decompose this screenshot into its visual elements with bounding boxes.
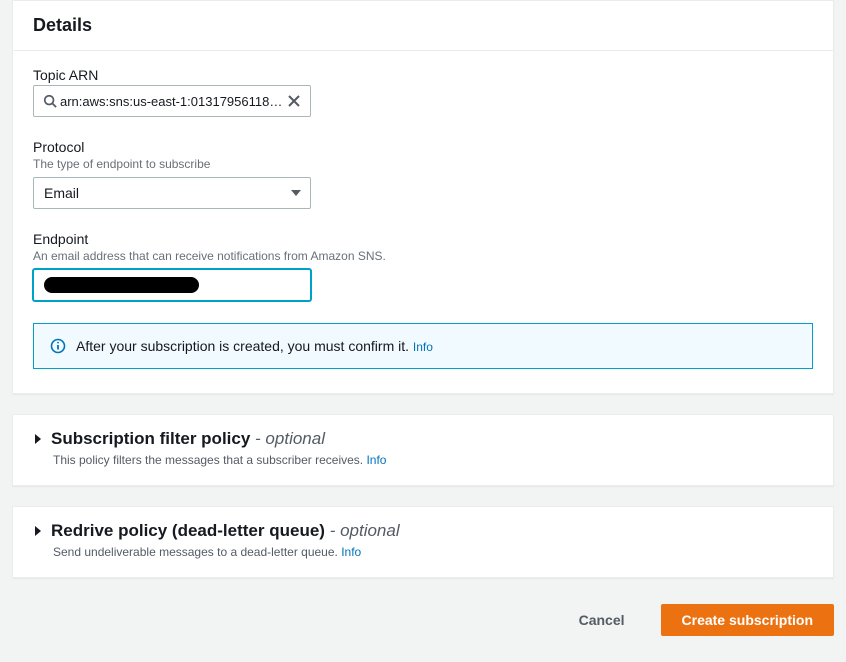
- details-panel: Details Topic ARN: [12, 0, 834, 394]
- filter-policy-toggle[interactable]: Subscription filter policy - optional: [33, 429, 813, 449]
- details-body: Topic ARN Protocol: [13, 51, 833, 393]
- protocol-select-wrap[interactable]: Email: [33, 177, 311, 209]
- info-box-link[interactable]: Info: [413, 340, 433, 354]
- chevron-right-icon: [33, 526, 43, 536]
- redrive-policy-optional: - optional: [330, 521, 400, 540]
- redrive-policy-info-link[interactable]: Info: [341, 545, 361, 559]
- filter-policy-panel: Subscription filter policy - optional Th…: [12, 414, 834, 486]
- protocol-field: Protocol The type of endpoint to subscri…: [33, 139, 813, 209]
- redrive-policy-panel: Redrive policy (dead-letter queue) - opt…: [12, 506, 834, 578]
- redrive-policy-desc: Send undeliverable messages to a dead-le…: [53, 545, 338, 559]
- endpoint-field: Endpoint An email address that can recei…: [33, 231, 813, 301]
- topic-arn-field: Topic ARN: [33, 67, 813, 117]
- protocol-label: Protocol: [33, 139, 813, 155]
- topic-arn-input[interactable]: [60, 94, 284, 109]
- filter-policy-desc: This policy filters the messages that a …: [53, 453, 363, 467]
- endpoint-input-wrap[interactable]: [33, 269, 311, 301]
- endpoint-redacted-value: [44, 277, 199, 293]
- info-box-text: After your subscription is created, you …: [76, 338, 409, 354]
- filter-policy-optional: - optional: [255, 429, 325, 448]
- create-subscription-button[interactable]: Create subscription: [661, 604, 834, 636]
- protocol-select[interactable]: Email: [33, 177, 311, 209]
- info-icon: [50, 338, 66, 354]
- endpoint-label: Endpoint: [33, 231, 813, 247]
- actions-row: Cancel Create subscription: [12, 598, 834, 642]
- topic-arn-label: Topic ARN: [33, 67, 813, 83]
- topic-arn-input-wrap[interactable]: [33, 85, 311, 117]
- search-icon: [40, 91, 60, 111]
- protocol-desc: The type of endpoint to subscribe: [33, 157, 813, 171]
- filter-policy-title: Subscription filter policy: [51, 429, 250, 448]
- confirm-info-box: After your subscription is created, you …: [33, 323, 813, 369]
- endpoint-desc: An email address that can receive notifi…: [33, 249, 813, 263]
- clear-icon[interactable]: [284, 91, 304, 111]
- cancel-button[interactable]: Cancel: [559, 604, 645, 636]
- redrive-policy-title: Redrive policy (dead-letter queue): [51, 521, 325, 540]
- chevron-right-icon: [33, 434, 43, 444]
- filter-policy-info-link[interactable]: Info: [366, 453, 386, 467]
- redrive-policy-toggle[interactable]: Redrive policy (dead-letter queue) - opt…: [33, 521, 813, 541]
- details-heading: Details: [13, 1, 833, 51]
